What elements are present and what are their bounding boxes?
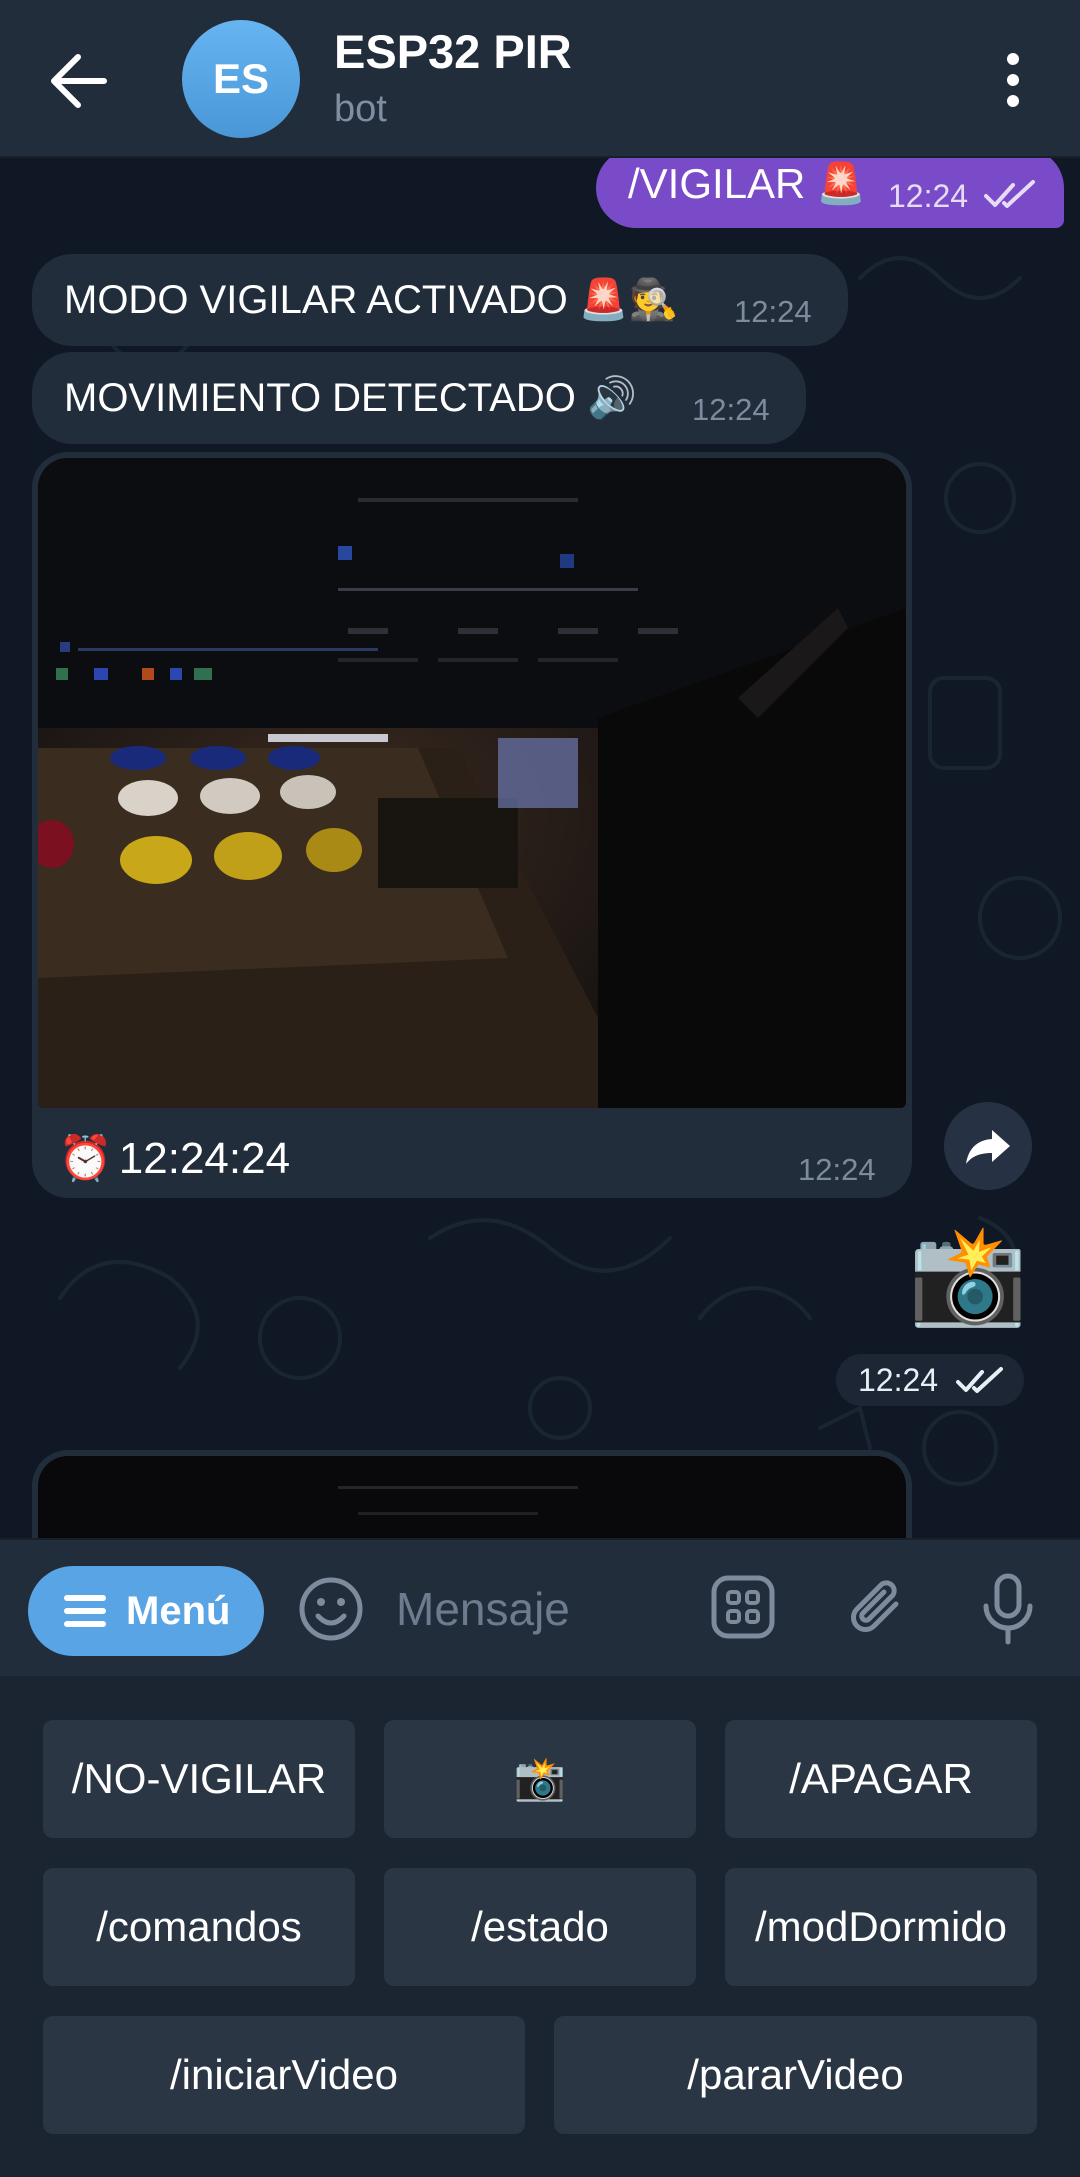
chat-title[interactable]: ESP32 PIR — [334, 24, 572, 79]
alarm-clock-emoji: ⏰ — [58, 1134, 113, 1183]
menu-label: Menú — [126, 1588, 231, 1633]
keyboard-button-iniciar-video[interactable]: /iniciarVideo — [43, 2016, 525, 2134]
photo-message[interactable]: ⏰ 12:24:24 12:24 — [32, 452, 912, 1198]
keyboard-button-apagar[interactable]: /APAGAR — [725, 1720, 1037, 1838]
keyboard-button-estado[interactable]: /estado — [384, 1868, 696, 1986]
message-input[interactable] — [396, 1576, 656, 1642]
forward-arrow-icon — [966, 1130, 1010, 1164]
siren-emoji: 🚨 — [816, 162, 866, 206]
keyboard-button-photo[interactable]: 📸 — [384, 1720, 696, 1838]
camera-flash-sticker[interactable]: 📸 — [908, 1228, 1028, 1324]
more-vertical-icon[interactable] — [996, 50, 1030, 110]
avatar[interactable]: ES — [182, 20, 300, 138]
incoming-message[interactable]: MOVIMIENTO DETECTADO 🔊 12:24 — [32, 352, 806, 444]
keyboard-button-parar-video[interactable]: /pararVideo — [554, 2016, 1037, 2134]
chat-area[interactable]: /VIGILAR 🚨 12:24 MODO VIGILAR ACTIVADO 🚨… — [0, 158, 1080, 1538]
message-time: 12:24 — [798, 1152, 876, 1187]
incoming-message[interactable]: MODO VIGILAR ACTIVADO 🚨🕵️ 12:24 — [32, 254, 848, 346]
message-time: 12:24 — [692, 392, 770, 427]
outgoing-message[interactable]: /VIGILAR 🚨 12:24 — [596, 158, 1064, 228]
keyboard-button-comandos[interactable]: /comandos — [43, 1868, 355, 1986]
message-time: 12:24 — [888, 178, 969, 214]
bot-keyboard-icon[interactable] — [710, 1574, 776, 1640]
double-check-icon — [984, 180, 1035, 208]
photo-message[interactable] — [32, 1450, 912, 1538]
menu-button[interactable]: Menú — [28, 1566, 264, 1656]
sticker-time: 12:24 — [836, 1354, 1024, 1406]
chat-header: ES ESP32 PIR bot — [0, 0, 1080, 158]
keyboard-button-moddormido[interactable]: /modDormido — [725, 1868, 1037, 1986]
bot-reply-keyboard: /NO-VIGILAR 📸 /APAGAR /comandos /estado … — [0, 1676, 1080, 2177]
message-input-bar: Menú — [0, 1538, 1080, 1676]
camera-photo[interactable] — [38, 458, 906, 1108]
hamburger-icon — [64, 1595, 106, 1627]
caption-text: 12:24:24 — [118, 1134, 291, 1183]
message-time: 12:24 — [734, 294, 812, 329]
forward-button[interactable] — [944, 1102, 1032, 1190]
back-arrow-icon[interactable] — [40, 46, 116, 116]
message-text: /VIGILAR — [628, 160, 806, 207]
message-time: 12:24 — [858, 1362, 939, 1398]
camera-photo[interactable] — [38, 1456, 906, 1538]
message-text: MOVIMIENTO DETECTADO 🔊 — [64, 376, 637, 420]
microphone-icon[interactable] — [980, 1572, 1036, 1646]
paperclip-icon[interactable] — [846, 1574, 912, 1644]
keyboard-button-no-vigilar[interactable]: /NO-VIGILAR — [43, 1720, 355, 1838]
double-check-icon — [956, 1367, 1003, 1393]
avatar-initials: ES — [212, 55, 270, 102]
emoji-icon[interactable] — [296, 1574, 366, 1644]
chat-subtitle: bot — [334, 88, 387, 130]
photo-caption: ⏰ 12:24:24 — [58, 1132, 290, 1184]
message-text: MODO VIGILAR ACTIVADO 🚨🕵️ — [64, 278, 679, 322]
